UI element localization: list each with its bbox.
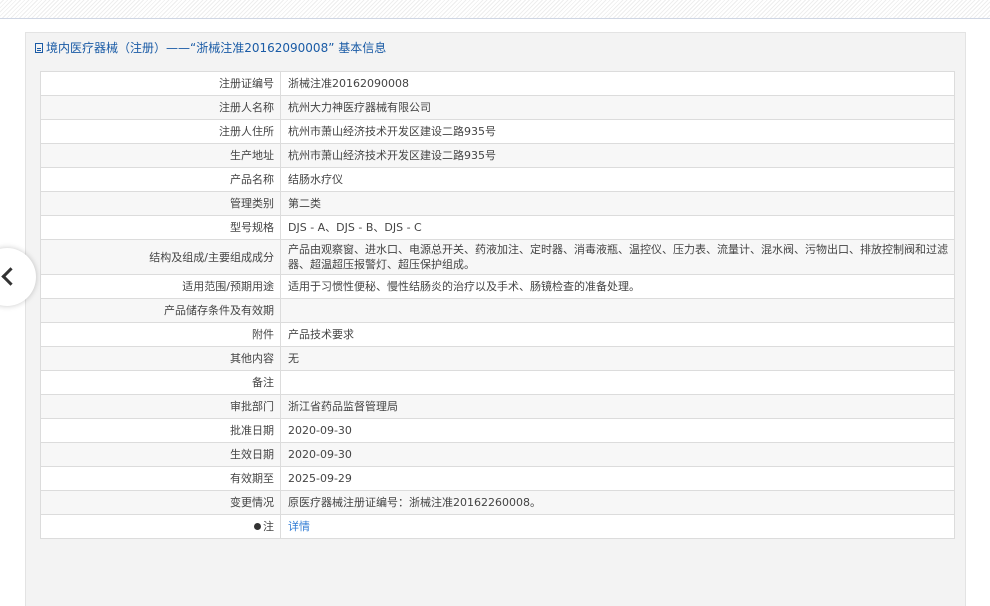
table-row: 附件 产品技术要求: [40, 322, 955, 347]
table-row: 生效日期 2020-09-30: [40, 442, 955, 467]
row-label: 注册人名称: [40, 95, 281, 120]
detail-table: 注册证编号 浙械注准20162090008 注册人名称 杭州大力神医疗器械有限公…: [40, 71, 955, 539]
row-value: 第二类: [280, 191, 955, 216]
top-banner-strip: [0, 0, 990, 19]
row-value: 浙械注准20162090008: [280, 71, 955, 96]
table-row: 变更情况 原医疗器械注册证编号：浙械注准20162260008。: [40, 490, 955, 515]
row-value: 浙江省药品监督管理局: [280, 394, 955, 419]
row-value: 2020-09-30: [280, 418, 955, 443]
row-label: 型号规格: [40, 215, 281, 240]
table-row: 生产地址 杭州市萧山经济技术开发区建设二路935号: [40, 143, 955, 168]
row-label: 生效日期: [40, 442, 281, 467]
row-label: 审批部门: [40, 394, 281, 419]
row-value: 杭州大力神医疗器械有限公司: [280, 95, 955, 120]
row-value: 杭州市萧山经济技术开发区建设二路935号: [280, 119, 955, 144]
panel-title-text: 境内医疗器械（注册）——“浙械注准20162090008” 基本信息: [46, 41, 387, 55]
table-row: 注册人住所 杭州市萧山经济技术开发区建设二路935号: [40, 119, 955, 144]
note-row: 注 详情: [40, 514, 955, 539]
table-row: 审批部门 浙江省药品监督管理局: [40, 394, 955, 419]
note-value-cell: 详情: [280, 514, 955, 539]
table-row: 批准日期 2020-09-30: [40, 418, 955, 443]
row-value: 产品由观察窗、进水口、电源总开关、药液加注、定时器、消毒液瓶、温控仪、压力表、流…: [280, 239, 955, 275]
row-value: 原医疗器械注册证编号：浙械注准20162260008。: [280, 490, 955, 515]
row-value: 适用于习惯性便秘、慢性结肠炎的治疗以及手术、肠镜检查的准备处理。: [280, 274, 955, 299]
row-label: 产品储存条件及有效期: [40, 298, 281, 323]
info-dot-icon: [254, 523, 261, 530]
row-value: DJS - A、DJS - B、DJS - C: [280, 215, 955, 240]
row-label: 注册证编号: [40, 71, 281, 96]
row-value: 产品技术要求: [280, 322, 955, 347]
row-label: 其他内容: [40, 346, 281, 371]
table-row: 产品储存条件及有效期: [40, 298, 955, 323]
row-value: [280, 298, 955, 323]
table-row: 其他内容 无: [40, 346, 955, 371]
row-label: 生产地址: [40, 143, 281, 168]
table-row: 适用范围/预期用途 适用于习惯性便秘、慢性结肠炎的治疗以及手术、肠镜检查的准备处…: [40, 274, 955, 299]
table-row: 有效期至 2025-09-29: [40, 466, 955, 491]
row-label: 变更情况: [40, 490, 281, 515]
row-value: 2025-09-29: [280, 466, 955, 491]
table-row: 产品名称 结肠水疗仪: [40, 167, 955, 192]
row-label: 附件: [40, 322, 281, 347]
row-value: 2020-09-30: [280, 442, 955, 467]
row-label: 有效期至: [40, 466, 281, 491]
row-label: 备注: [40, 370, 281, 395]
row-label: 注册人住所: [40, 119, 281, 144]
table-row: 结构及组成/主要组成成分 产品由观察窗、进水口、电源总开关、药液加注、定时器、消…: [40, 239, 955, 275]
document-icon: [35, 43, 43, 53]
info-panel: 境内医疗器械（注册）——“浙械注准20162090008” 基本信息 注册证编号…: [25, 32, 966, 606]
chevron-left-icon: [1, 267, 20, 286]
note-label-cell: 注: [40, 514, 281, 539]
row-value: 无: [280, 346, 955, 371]
row-value: [280, 370, 955, 395]
table-row: 注册证编号 浙械注准20162090008: [40, 71, 955, 96]
table-row: 型号规格 DJS - A、DJS - B、DJS - C: [40, 215, 955, 240]
row-label: 结构及组成/主要组成成分: [40, 239, 281, 275]
table-row: 注册人名称 杭州大力神医疗器械有限公司: [40, 95, 955, 120]
row-value: 结肠水疗仪: [280, 167, 955, 192]
table-row: 管理类别 第二类: [40, 191, 955, 216]
row-label: 产品名称: [40, 167, 281, 192]
row-label: 批准日期: [40, 418, 281, 443]
table-row: 备注: [40, 370, 955, 395]
detail-link[interactable]: 详情: [288, 520, 310, 533]
row-label: 管理类别: [40, 191, 281, 216]
note-label: 注: [263, 520, 274, 533]
row-label: 适用范围/预期用途: [40, 274, 281, 299]
panel-title: 境内医疗器械（注册）——“浙械注准20162090008” 基本信息: [35, 39, 386, 57]
row-value: 杭州市萧山经济技术开发区建设二路935号: [280, 143, 955, 168]
